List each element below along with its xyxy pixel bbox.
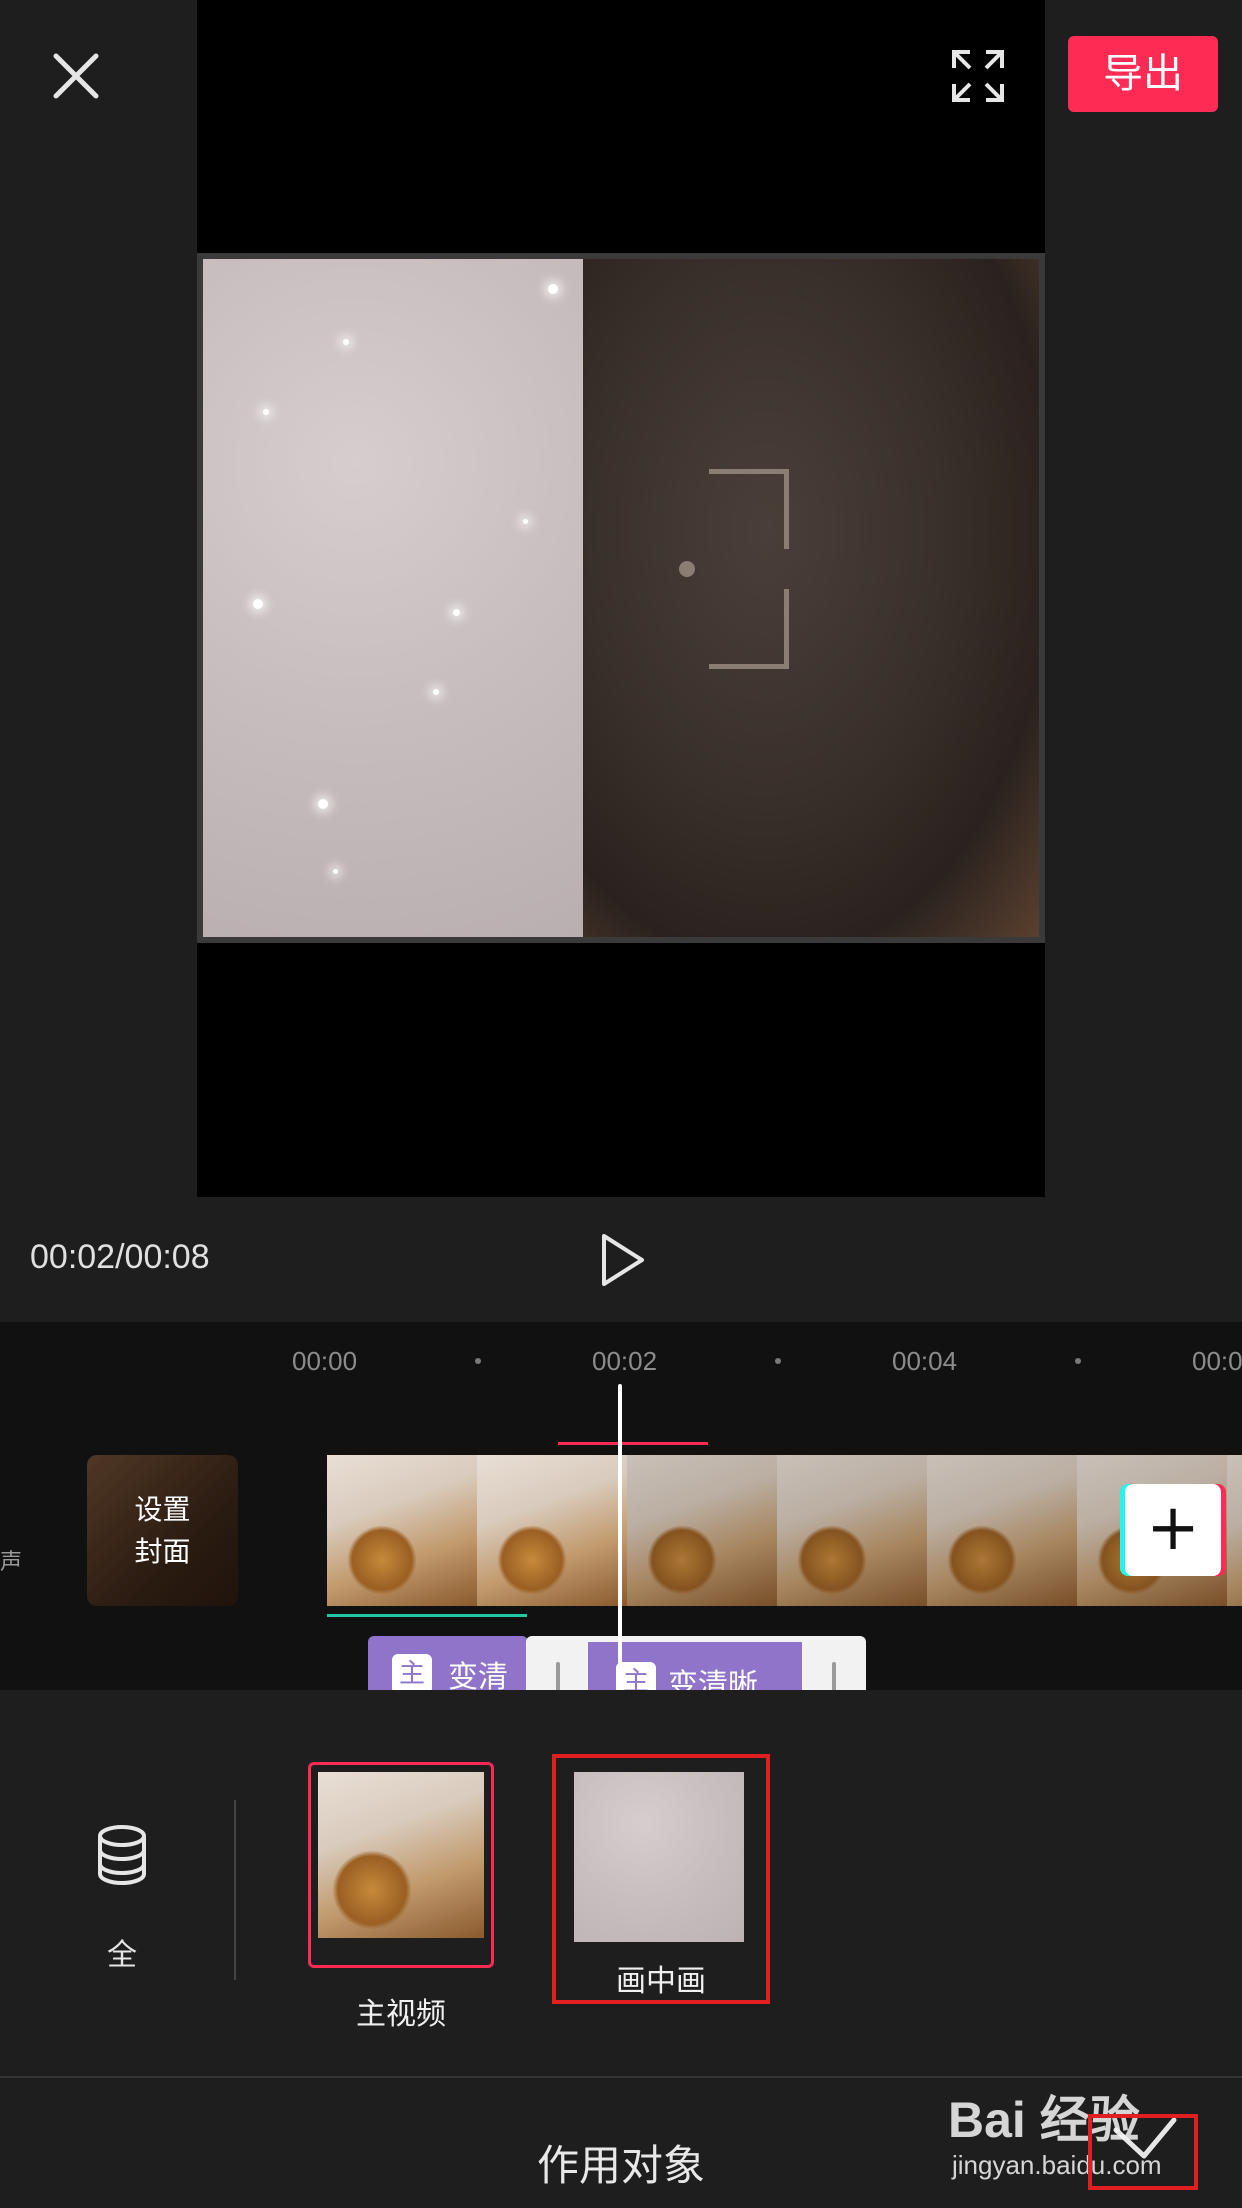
tick-dot	[475, 1358, 481, 1364]
sparkle	[453, 609, 460, 616]
target-label: 画中画	[616, 1964, 706, 1999]
close-icon	[53, 53, 99, 99]
effect-range-line	[327, 1614, 527, 1617]
clip-thumbnail	[1227, 1455, 1242, 1606]
sparkle	[343, 339, 349, 345]
sparkle	[433, 689, 439, 695]
sparkle	[263, 409, 269, 415]
selection-marker	[558, 1442, 708, 1445]
main-video-track[interactable]	[327, 1455, 1242, 1606]
focus-bracket	[639, 469, 789, 669]
sparkle	[253, 599, 263, 609]
add-clip-button[interactable]: +	[1125, 1484, 1221, 1576]
sparkle	[318, 799, 328, 809]
target-picture-in-picture[interactable]: 画中画	[552, 1754, 770, 2004]
tick-dot	[775, 1358, 781, 1364]
clip-thumbnail	[477, 1455, 627, 1606]
main-video-thumbnail	[318, 1772, 484, 1938]
effect-tag: 主	[392, 1654, 432, 1690]
trim-handle-right[interactable]	[832, 1662, 836, 1690]
close-button[interactable]	[48, 48, 104, 104]
set-cover-label: 设置 封面	[134, 1493, 191, 1568]
sparkle	[523, 519, 528, 524]
sparkle	[548, 284, 558, 294]
divider	[0, 2076, 1242, 2078]
target-label: 主视频	[356, 1997, 446, 2032]
effect-clip-label: 变清晰	[448, 1660, 508, 1690]
divider	[234, 1800, 236, 1980]
effect-tag: 主	[616, 1662, 656, 1690]
plus-icon: +	[1146, 1491, 1200, 1565]
apply-all-button[interactable]: 全	[80, 1820, 164, 1973]
effect-clip-selected[interactable]: 主 变清晰	[526, 1636, 866, 1690]
video-preview[interactable]	[197, 253, 1045, 943]
trim-handle-left[interactable]	[556, 1662, 560, 1690]
pip-thumbnail	[574, 1772, 744, 1942]
effect-clip[interactable]: 主 变清晰	[368, 1636, 528, 1690]
timecode: 00:02/00:08	[30, 1238, 210, 1276]
timeline[interactable]: 00:00 00:02 00:04 00:0 声 设置 封面 + 主 变清晰 主…	[0, 1322, 1242, 1690]
clip-thumbnail	[627, 1455, 777, 1606]
clip-thumbnail	[777, 1455, 927, 1606]
set-cover-button[interactable]: 设置 封面	[87, 1455, 238, 1606]
pip-video-layer[interactable]	[203, 259, 583, 937]
fullscreen-icon	[952, 50, 1004, 102]
annotation-box	[1088, 2114, 1198, 2190]
clip-thumbnail	[927, 1455, 1077, 1606]
time-tick: 00:04	[892, 1346, 958, 1376]
clip-thumbnail	[327, 1455, 477, 1606]
audio-track-label: 声	[0, 1550, 23, 1575]
time-tick: 00:02	[592, 1346, 658, 1376]
time-tick: 00:0	[1192, 1346, 1242, 1376]
time-tick: 00:00	[292, 1346, 358, 1376]
tick-dot	[1075, 1358, 1081, 1364]
target-main-video[interactable]: 主视频	[308, 1762, 494, 2032]
effect-clip-label: 变清晰	[668, 1668, 758, 1690]
sparkle	[333, 869, 338, 874]
play-button[interactable]	[598, 1232, 648, 1288]
play-icon	[602, 1234, 644, 1286]
export-button[interactable]: 导出	[1068, 36, 1218, 112]
fullscreen-button[interactable]	[950, 48, 1006, 104]
playhead[interactable]	[618, 1384, 622, 1690]
apply-all-label: 全	[107, 1938, 137, 1973]
layers-icon	[98, 1825, 146, 1886]
